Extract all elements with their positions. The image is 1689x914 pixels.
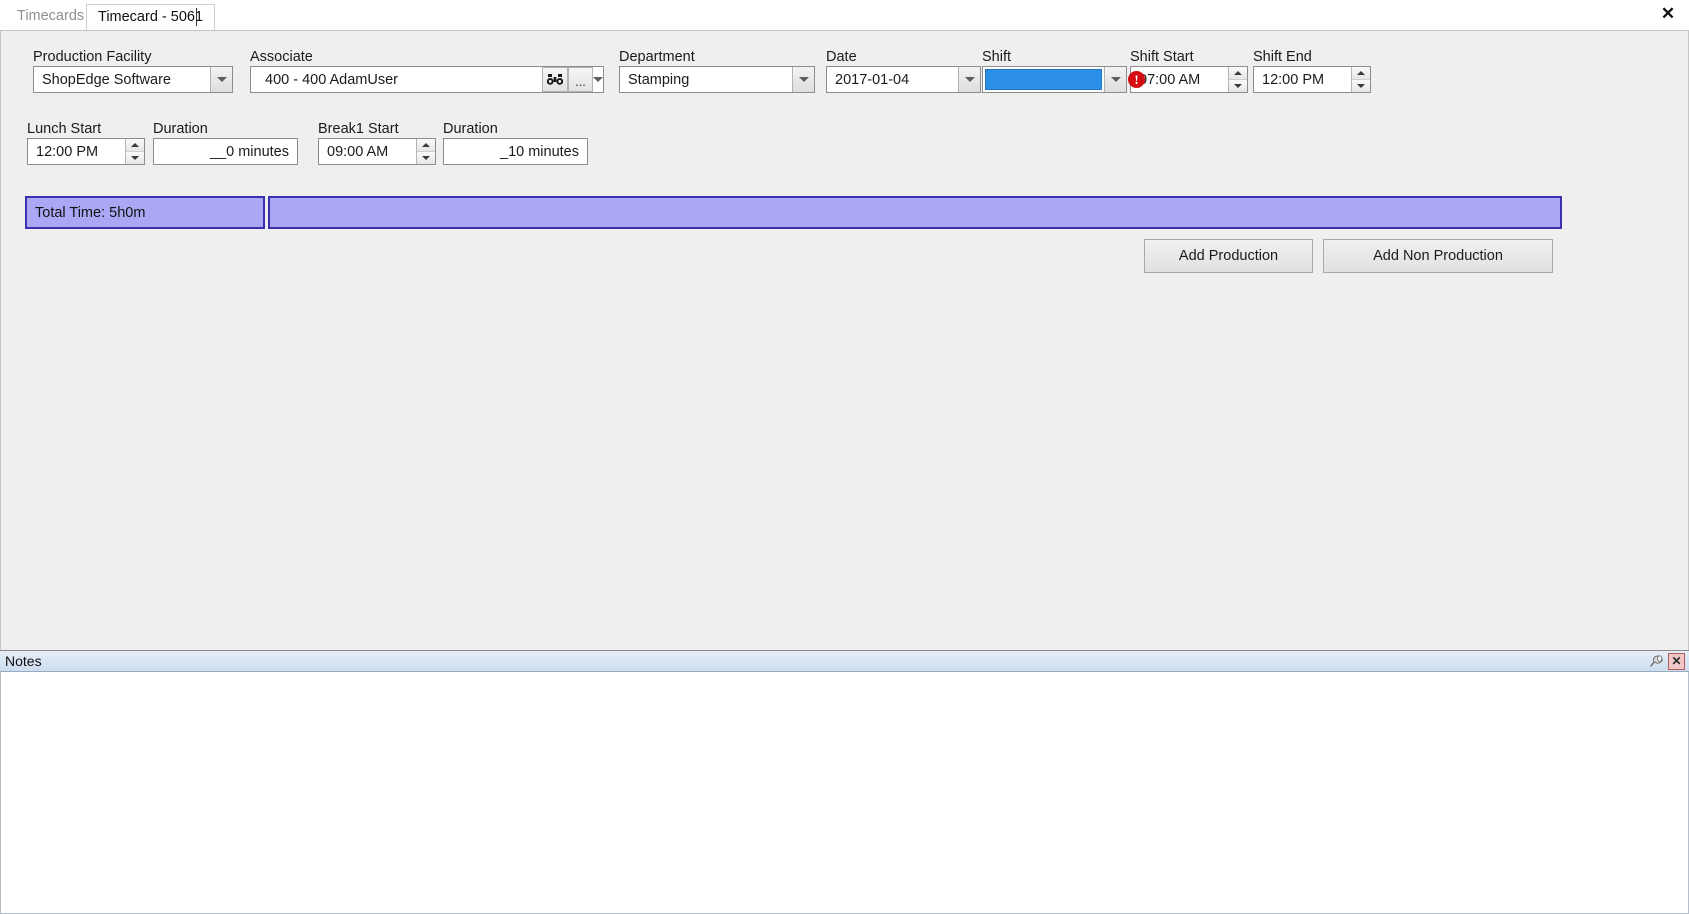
notes-textarea[interactable] [0, 672, 1689, 914]
department-combo[interactable]: Stamping [619, 66, 815, 93]
notes-panel-header: Notes ✕ [0, 650, 1689, 672]
lunch-start-value: 12:00 PM [36, 143, 99, 160]
break1-duration-value: _10 minutes [500, 143, 579, 160]
department-chevron-down-icon[interactable] [792, 67, 814, 92]
shift-label: Shift [982, 49, 1012, 65]
shift-start-field[interactable]: 07:00 AM [1130, 66, 1248, 93]
date-combo[interactable]: 2017-01-04 [826, 66, 981, 93]
associate-field[interactable]: 400 - 400 AdamUser ... [250, 66, 604, 93]
shift-combo[interactable] [982, 66, 1127, 93]
shift-start-label: Shift Start [1130, 49, 1194, 65]
associate-browse-button[interactable]: ... [568, 67, 593, 92]
break1-start-label: Break1 Start [318, 121, 399, 137]
break1-duration-label: Duration [443, 121, 498, 137]
shift-end-label: Shift End [1253, 49, 1312, 65]
break1-duration-field[interactable]: _10 minutes [443, 138, 588, 165]
shift-end-decrement[interactable] [1352, 79, 1370, 92]
associate-label: Associate [250, 49, 313, 65]
lunch-duration-field[interactable]: __0 minutes [153, 138, 298, 165]
break1-start-decrement[interactable] [417, 151, 435, 164]
notes-title: Notes [5, 653, 42, 669]
total-time-panel: Total Time: 5h0m [25, 196, 265, 229]
date-label: Date [826, 49, 857, 65]
tab-timecards-label: Timecards [17, 8, 85, 24]
text-caret [196, 8, 197, 26]
break1-start-stepper[interactable] [416, 139, 435, 164]
date-value: 2017-01-04 [835, 71, 910, 88]
tab-strip: Timecards Timecard - 5061 ✕ [0, 0, 1689, 31]
break1-start-value: 09:00 AM [327, 143, 389, 160]
shift-end-increment[interactable] [1352, 67, 1370, 79]
shift-value [985, 69, 1102, 90]
shift-chevron-down-icon[interactable] [1104, 67, 1126, 92]
lunch-duration-value: __0 minutes [210, 143, 289, 160]
lunch-start-increment[interactable] [126, 139, 144, 151]
production-facility-label: Production Facility [33, 49, 152, 65]
notes-header-tools: ✕ [1648, 652, 1689, 670]
shift-start-value: 07:00 AM [1139, 71, 1201, 88]
department-label: Department [619, 49, 695, 65]
timeline-track[interactable] [268, 196, 1562, 229]
chevron-down-icon[interactable] [210, 67, 232, 92]
tab-timecards[interactable]: Timecards [6, 4, 96, 30]
department-value: Stamping [628, 71, 690, 88]
production-facility-value: ShopEdge Software [42, 71, 171, 88]
associate-chevron-down-icon[interactable] [593, 77, 603, 82]
add-production-button[interactable]: Add Production [1144, 239, 1313, 273]
break1-start-field[interactable]: 09:00 AM [318, 138, 436, 165]
shift-start-decrement[interactable] [1229, 79, 1247, 92]
pushpin-icon[interactable] [1648, 653, 1665, 670]
associate-value: 400 - 400 AdamUser [265, 71, 398, 88]
timecard-window: Timecards Timecard - 5061 ✕ Production F… [0, 0, 1689, 914]
break1-start-increment[interactable] [417, 139, 435, 151]
tab-timecard-5061-label: Timecard - 5061 [98, 9, 204, 25]
window-close-button[interactable]: ✕ [1656, 3, 1680, 25]
lunch-start-decrement[interactable] [126, 151, 144, 164]
lunch-start-label: Lunch Start [27, 121, 102, 137]
notes-close-button[interactable]: ✕ [1668, 652, 1685, 670]
lunch-start-stepper[interactable] [125, 139, 144, 164]
lunch-duration-label: Duration [153, 121, 208, 137]
add-non-production-button[interactable]: Add Non Production [1323, 239, 1553, 273]
lunch-start-field[interactable]: 12:00 PM [27, 138, 145, 165]
total-time-label: Total Time: 5h0m [35, 204, 146, 221]
shift-end-value: 12:00 PM [1262, 71, 1325, 88]
shift-start-error-icon[interactable]: ! [1128, 71, 1145, 88]
shift-start-increment[interactable] [1229, 67, 1247, 79]
date-chevron-down-icon[interactable] [958, 67, 980, 92]
shift-end-field[interactable]: 12:00 PM [1253, 66, 1371, 93]
binoculars-icon[interactable] [542, 67, 568, 92]
production-facility-combo[interactable]: ShopEdge Software [33, 66, 233, 93]
shift-end-stepper[interactable] [1351, 67, 1370, 92]
shift-start-stepper[interactable] [1228, 67, 1247, 92]
timecard-form-panel: Production Facility Associate Department… [0, 31, 1689, 650]
